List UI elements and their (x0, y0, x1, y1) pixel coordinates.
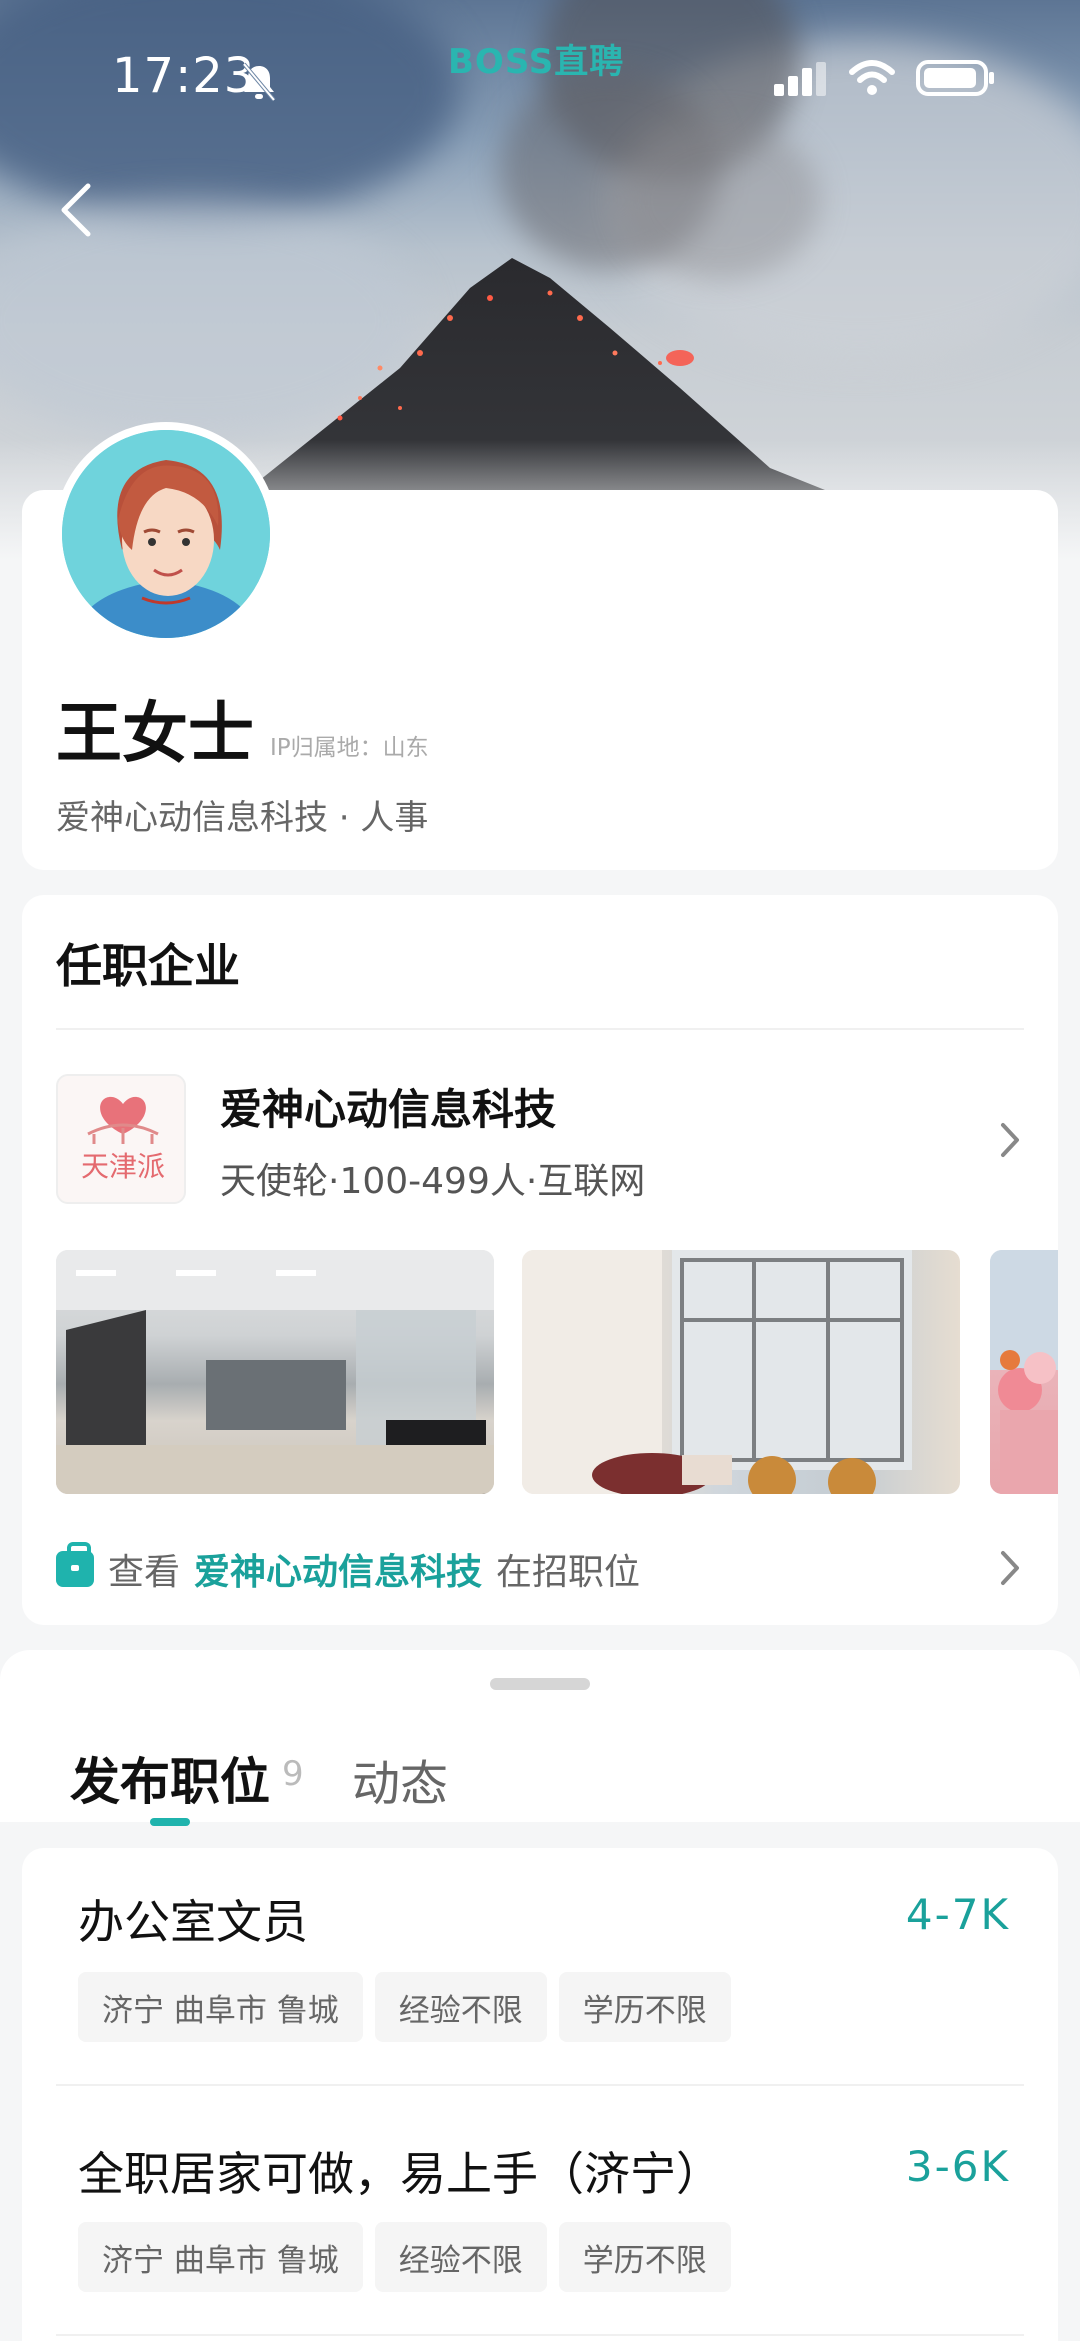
bottom-sheet: 发布职位 9 动态 办公室文员 4-7K 济宁 曲阜市 鲁城 经验不限 学历不限… (0, 1650, 1080, 2341)
brand-logo: BOSS直聘 (448, 42, 625, 82)
job-tag-education: 学历不限 (558, 1972, 731, 2042)
job-tag-location: 济宁 曲阜市 鲁城 (78, 2222, 363, 2292)
user-name: 王女士 (56, 695, 254, 772)
job-tag-experience: 经验不限 (374, 1972, 547, 2042)
company-meta: 天使轮·100-499人·互联网 (220, 1161, 646, 1202)
back-arrow-icon[interactable] (50, 178, 106, 242)
job-salary: 3-6K (905, 2142, 1010, 2191)
job-tag-location: 济宁 曲阜市 鲁城 (78, 1972, 363, 2042)
clock: 17:23 (112, 48, 256, 104)
job-tag-education: 学历不限 (558, 2222, 731, 2292)
battery-icon (916, 60, 994, 96)
chevron-right-icon[interactable] (998, 1120, 1022, 1160)
tab-posted-jobs[interactable]: 发布职位 (70, 1742, 270, 1814)
company-photo[interactable] (522, 1250, 960, 1494)
jobs-link-prefix: 查看 (108, 1552, 181, 1593)
job-title[interactable]: 办公室文员 (78, 1886, 308, 1952)
job-title[interactable]: 全职居家可做，易上手（济宁） (78, 2138, 722, 2204)
chevron-right-icon[interactable] (998, 1548, 1022, 1588)
company-photo[interactable] (56, 1250, 494, 1494)
ip-location: IP归属地：山东 (270, 735, 429, 761)
company-name[interactable]: 爱神心动信息科技 (220, 1076, 556, 1137)
job-tags: 济宁 曲阜市 鲁城 经验不限 学历不限 (78, 2222, 731, 2292)
company-photo[interactable] (990, 1250, 1058, 1494)
tab-activity[interactable]: 动态 (352, 1744, 448, 1814)
divider (56, 2084, 1024, 2086)
company-logo[interactable]: 天津派 (56, 1074, 186, 1204)
view-company-jobs-link[interactable]: 查看 爱神心动信息科技 在招职位 (56, 1542, 641, 1594)
jobs-link-suffix: 在招职位 (496, 1552, 641, 1593)
company-logo-image: 天津派 (81, 1096, 165, 1183)
status-bar: 17:23 BOSS直聘 (0, 0, 1080, 150)
sheet-header: 发布职位 9 动态 (0, 1650, 1080, 1826)
avatar[interactable] (54, 422, 278, 646)
briefcase-icon (56, 1542, 94, 1587)
svg-text:天津派: 天津派 (81, 1150, 165, 1183)
divider (56, 1028, 1024, 1030)
job-salary: 4-7K (905, 1890, 1010, 1939)
signal-icon (774, 62, 826, 96)
user-role: 爱神心动信息科技 · 人事 (56, 798, 429, 838)
wifi-icon (849, 60, 895, 95)
drag-handle[interactable] (490, 1678, 590, 1690)
jobs-link-company: 爱神心动信息科技 (194, 1552, 483, 1593)
active-tab-indicator (150, 1818, 190, 1826)
job-tag-experience: 经验不限 (374, 2222, 547, 2292)
avatar-illustration (62, 430, 270, 638)
divider (56, 2334, 1024, 2336)
bell-mute-icon (242, 62, 276, 102)
tab-posted-jobs-count: 9 (282, 1754, 304, 1794)
job-list: 办公室文员 4-7K 济宁 曲阜市 鲁城 经验不限 学历不限 全职居家可做，易上… (22, 1848, 1058, 2341)
job-tags: 济宁 曲阜市 鲁城 经验不限 学历不限 (78, 1972, 731, 2042)
section-title: 任职企业 (56, 939, 240, 993)
